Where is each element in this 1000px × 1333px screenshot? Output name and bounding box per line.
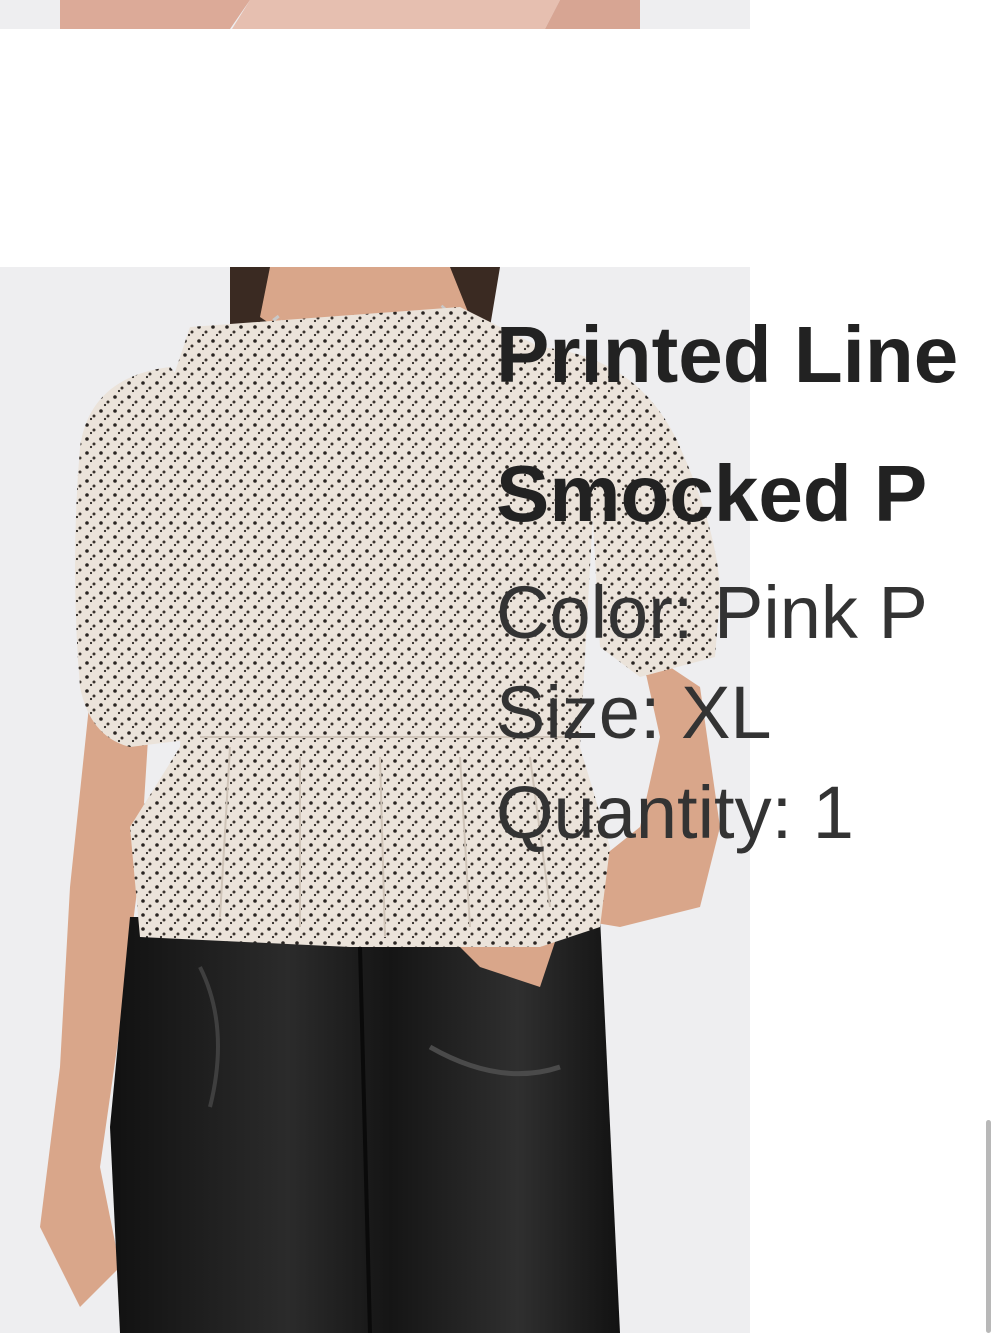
size-value: XL (681, 671, 772, 754)
product-title-line-1[interactable]: Printed Line (496, 285, 1000, 424)
color-attribute: Color: Pink P (496, 563, 1000, 663)
product-title[interactable]: Printed Line Smocked P (496, 285, 1000, 563)
color-label: Color: (496, 571, 694, 654)
product-title-line-2[interactable]: Smocked P (496, 424, 1000, 563)
color-value: Pink P (713, 571, 928, 654)
vertical-scrollbar[interactable] (986, 1120, 991, 1333)
quantity-value: 1 (812, 771, 854, 854)
size-label: Size: (496, 671, 661, 754)
quantity-label: Quantity: (496, 771, 793, 854)
size-attribute: Size: XL (496, 663, 1000, 763)
cart-item-page: Printed Line Smocked P Color: Pink P Siz… (0, 0, 1000, 1333)
quantity-attribute: Quantity: 1 (496, 763, 1000, 863)
previous-item-photo[interactable] (0, 0, 750, 29)
product-details: Printed Line Smocked P Color: Pink P Siz… (496, 285, 1000, 863)
